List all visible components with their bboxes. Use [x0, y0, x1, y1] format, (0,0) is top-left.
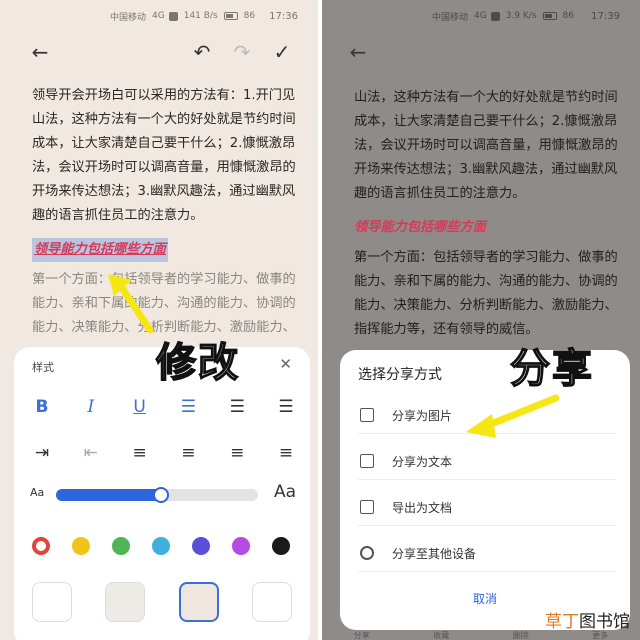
share-as-text[interactable]: 分享为文本: [358, 446, 616, 480]
paragraph: 第一个方面：包括领导者的学习能力、做事的能力、亲和下属的能力、沟通的能力、协调的…: [354, 250, 618, 337]
share-item-label: 导出为文档: [392, 501, 453, 515]
font-size-slider-fill: [56, 489, 162, 501]
left-phone-screen: 中国移动 4G 141 B/s 86 17:36 ← ↶ ↷ ✓ 领导开会开场白…: [0, 0, 318, 640]
share-overlay-label: 分享: [509, 345, 594, 393]
share-item-label: 分享为图片: [392, 409, 453, 423]
note-content[interactable]: 山法，这种方法有一个大的好处就是节约时间成本，让大家清楚自己要干什么；2.慷慨激…: [354, 56, 618, 342]
battery-icon: [223, 12, 238, 20]
numbered-list-icon[interactable]: ≡: [124, 441, 156, 465]
paragraph: 山法，这种方法有一个大的好处就是节约时间成本，让大家清楚自己要干什么；2.慷慨激…: [354, 90, 618, 201]
status-bar: 中国移动 4G 141 B/s 86 17:36: [0, 8, 318, 24]
screenshot-composite: 中国移动 4G 141 B/s 86 17:36 ← ↶ ↷ ✓ 领导开会开场白…: [0, 0, 640, 640]
color-swatch[interactable]: [232, 537, 250, 555]
color-swatch[interactable]: [32, 537, 50, 555]
broadcast-icon: [360, 546, 374, 560]
nav-delete[interactable]: 删除: [513, 630, 529, 640]
share-to-other-device[interactable]: 分享至其他设备: [358, 538, 616, 572]
battery-level: 86: [243, 11, 256, 21]
back-arrow-icon[interactable]: ←: [28, 40, 52, 64]
align-left-icon[interactable]: ☰: [172, 395, 204, 419]
color-swatch[interactable]: [272, 537, 290, 555]
font-size-slider[interactable]: [56, 487, 258, 503]
background-tile[interactable]: [32, 582, 72, 622]
list-row: ⇥ ⇤ ≡ ≡ ≡ ≡: [26, 441, 302, 465]
heading: 领导能力包括哪些方面: [354, 220, 486, 235]
document-icon: [360, 500, 374, 514]
redo-icon[interactable]: ↷: [230, 40, 254, 64]
share-panel-title: 选择分享方式: [358, 367, 442, 383]
font-size-small-label: Aa: [30, 486, 45, 499]
watermark: 草丁图书馆: [545, 607, 630, 632]
font-size-row: Aa Aa: [30, 482, 296, 507]
underline-button[interactable]: U: [124, 395, 156, 419]
color-swatch[interactable]: [152, 537, 170, 555]
color-swatch[interactable]: [192, 537, 210, 555]
bulleted-list-icon[interactable]: ≡: [172, 441, 204, 465]
background-palette: [32, 582, 292, 622]
image-icon: [360, 408, 374, 422]
background-tile[interactable]: [251, 582, 292, 622]
battery-icon: [542, 12, 557, 20]
nav-share[interactable]: 分享: [354, 630, 370, 640]
checklist-icon[interactable]: ≡: [221, 441, 253, 465]
indent-increase-icon[interactable]: ⇥: [26, 441, 58, 465]
font-size-slider-thumb[interactable]: [153, 487, 170, 503]
style-panel-title: 样式: [32, 361, 54, 374]
background-tile[interactable]: [105, 582, 146, 622]
share-item-label: 分享为文本: [392, 455, 453, 469]
color-swatch[interactable]: [72, 537, 90, 555]
paragraph: 领导开会开场白可以采用的方法有：1.开门见山法，这种方法有一个大的好处就是节约时…: [32, 88, 296, 223]
status-bar: 中国移动 4G 3.9 K/s 86 17:39: [322, 8, 640, 24]
close-icon[interactable]: ✕: [279, 355, 292, 373]
share-item-label: 分享至其他设备: [392, 547, 477, 561]
yellow-arrow-icon: [108, 274, 154, 334]
nav-favorite[interactable]: 收藏: [433, 630, 449, 640]
italic-button[interactable]: I: [75, 395, 107, 419]
cancel-button[interactable]: 取消: [340, 590, 630, 607]
wifi-icon: [490, 11, 500, 21]
network-label: 4G: [152, 11, 165, 21]
editor-toolbar: ← ↶ ↷ ✓: [0, 40, 318, 64]
style-panel: 样式 ✕ B I U ☰ ☰ ☰ ⇥ ⇤ ≡ ≡ ≡ ≡ Aa Aa: [14, 347, 310, 640]
speed-label: 141 B/s: [183, 11, 218, 21]
yellow-arrow-icon: [466, 394, 560, 438]
edit-overlay-label: 修改: [155, 339, 240, 387]
carrier-label: 中国移动: [110, 12, 147, 23]
check-icon[interactable]: ✓: [270, 40, 294, 64]
battery-level: 86: [562, 11, 574, 21]
align-center-icon[interactable]: ☰: [221, 395, 253, 419]
indent-decrease-icon[interactable]: ⇤: [75, 441, 107, 465]
carrier-label: 中国移动: [432, 12, 469, 23]
note-content[interactable]: 领导开会开场白可以采用的方法有：1.开门见山法，这种方法有一个大的好处就是节约时…: [32, 84, 296, 340]
watermark-part1: 草丁: [545, 612, 579, 632]
watermark-part2: 图书馆: [579, 612, 630, 632]
speed-label: 3.9 K/s: [505, 11, 537, 21]
font-size-large-label: Aa: [273, 482, 296, 502]
export-as-document[interactable]: 导出为文档: [358, 492, 616, 526]
text-icon: [360, 454, 374, 468]
undo-icon[interactable]: ↶: [190, 40, 214, 64]
background-tile[interactable]: [178, 582, 219, 622]
align-right-icon[interactable]: ☰: [270, 395, 302, 419]
dot-list-icon[interactable]: ≡: [270, 441, 302, 465]
network-label: 4G: [474, 11, 487, 21]
wifi-icon: [168, 11, 178, 21]
color-palette: [32, 537, 290, 555]
right-phone-screen: 中国移动 4G 3.9 K/s 86 17:39 ← 山法，这种方法有一个大的好…: [322, 0, 640, 640]
bold-button[interactable]: B: [26, 395, 58, 419]
clock: 17:39: [591, 10, 620, 22]
color-swatch[interactable]: [112, 537, 130, 555]
clock: 17:36: [269, 10, 298, 22]
format-row: B I U ☰ ☰ ☰: [26, 395, 302, 419]
heading-selected: 领导能力包括哪些方面: [32, 238, 168, 262]
